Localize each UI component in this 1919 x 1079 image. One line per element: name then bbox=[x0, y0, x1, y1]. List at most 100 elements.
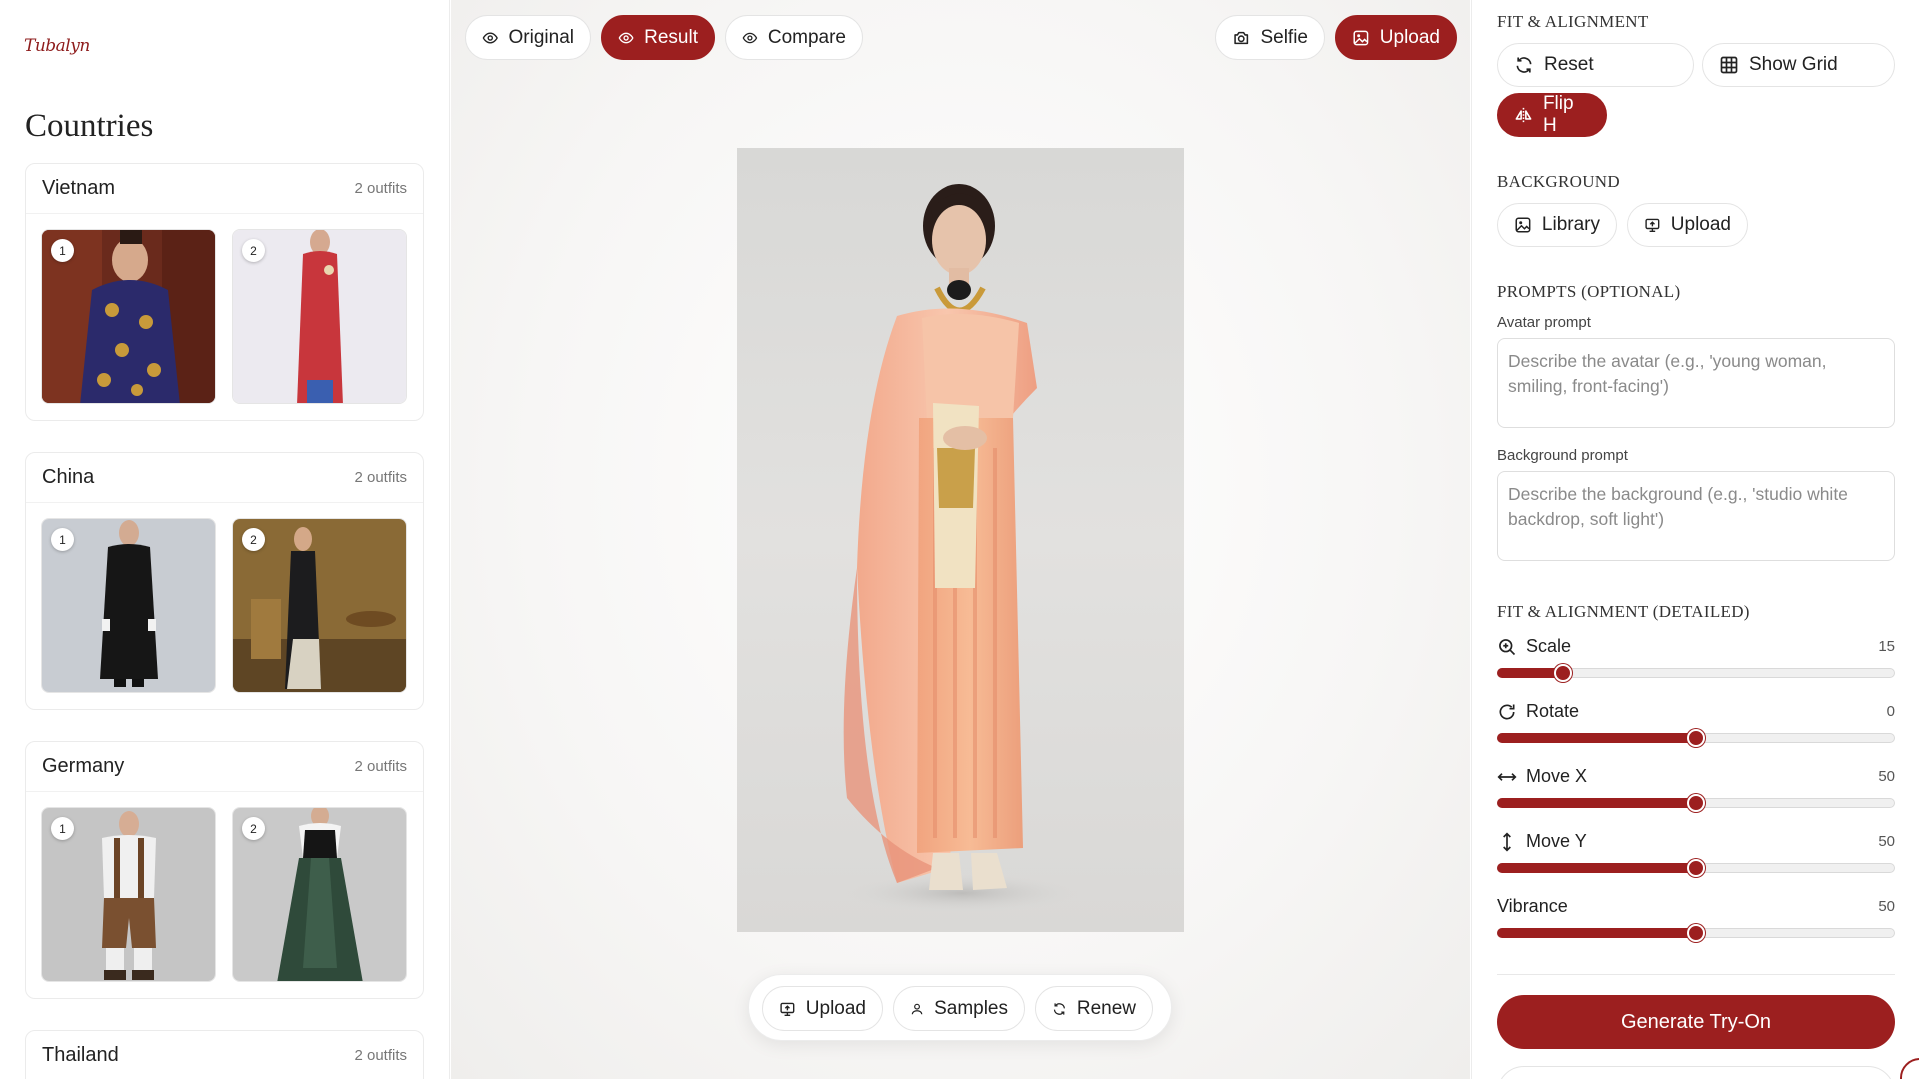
outfit-number-badge: 1 bbox=[51, 239, 74, 262]
avatar-prompt-label: Avatar prompt bbox=[1497, 314, 1591, 331]
scale-label: Scale bbox=[1526, 636, 1572, 656]
floating-action-badge[interactable] bbox=[1900, 1058, 1919, 1079]
sidebar-title: Countries bbox=[25, 108, 154, 144]
background-prompt-label: Background prompt bbox=[1497, 447, 1628, 464]
toolbar-upload-button[interactable]: Upload bbox=[762, 986, 883, 1031]
scale-slider-row: Scale 15 bbox=[1497, 636, 1895, 682]
preview-stage: Original Result Compare Selfie Upload Up… bbox=[451, 0, 1470, 1079]
move-y-slider[interactable] bbox=[1497, 859, 1895, 877]
bottom-toolbar: Upload Samples Renew bbox=[748, 974, 1172, 1041]
view-original-label: Original bbox=[508, 26, 574, 48]
outfit-thumbnail[interactable]: 1 bbox=[41, 229, 216, 404]
detailed-fit-title: FIT & ALIGNMENT (DETAILED) bbox=[1497, 602, 1750, 621]
brand-logo[interactable]: Tubalyn bbox=[24, 36, 90, 56]
generate-try-on-button[interactable]: Generate Try-On bbox=[1497, 995, 1895, 1049]
eye-icon bbox=[742, 32, 758, 43]
avatar-prompt-input[interactable] bbox=[1497, 338, 1895, 428]
background-upload-button[interactable]: Upload bbox=[1627, 203, 1748, 247]
outfit-number-badge: 2 bbox=[242, 817, 265, 840]
monitor-upload-icon bbox=[1645, 218, 1660, 232]
user-icon bbox=[911, 1003, 923, 1014]
slider-thumb[interactable] bbox=[1554, 664, 1573, 682]
selfie-label: Selfie bbox=[1260, 26, 1308, 48]
outfit-count: 2 outfits bbox=[354, 180, 407, 197]
flip-horizontal-label: Flip H bbox=[1542, 93, 1574, 136]
country-header[interactable]: Vietnam 2 outfits bbox=[26, 164, 423, 214]
upload-photo-button[interactable]: Upload bbox=[1335, 15, 1457, 60]
reset-button[interactable]: Reset bbox=[1497, 43, 1694, 87]
rotate-label: Rotate bbox=[1526, 701, 1580, 721]
show-grid-label: Show Grid bbox=[1749, 54, 1838, 75]
outfit-count: 2 outfits bbox=[354, 469, 407, 486]
selfie-button[interactable]: Selfie bbox=[1215, 15, 1325, 60]
background-library-button[interactable]: Library bbox=[1497, 203, 1617, 247]
slider-thumb[interactable] bbox=[1687, 924, 1705, 942]
secondary-action-button[interactable] bbox=[1497, 1066, 1895, 1079]
outfit-count: 2 outfits bbox=[354, 1047, 407, 1064]
country-card-vietnam: Vietnam 2 outfits 1 2 bbox=[25, 163, 424, 421]
flip-horizontal-button[interactable]: Flip H bbox=[1497, 93, 1607, 137]
move-x-value: 50 bbox=[1878, 768, 1895, 785]
zoom-in-icon bbox=[1499, 638, 1516, 655]
move-horizontal-icon bbox=[1497, 772, 1517, 781]
background-title: BACKGROUND bbox=[1497, 172, 1620, 191]
background-prompt-input[interactable] bbox=[1497, 471, 1895, 561]
refresh-icon bbox=[1053, 1002, 1065, 1015]
country-header[interactable]: Germany 2 outfits bbox=[26, 742, 423, 792]
divider bbox=[1497, 974, 1895, 975]
image-upload-icon bbox=[1353, 30, 1369, 45]
view-result-label: Result bbox=[644, 26, 698, 48]
outfit-thumbnail[interactable]: 2 bbox=[232, 807, 407, 982]
view-result-button[interactable]: Result bbox=[601, 15, 715, 60]
toolbar-samples-button[interactable]: Samples bbox=[893, 986, 1025, 1031]
camera-icon bbox=[1234, 31, 1249, 44]
move-vertical-icon bbox=[1503, 831, 1511, 852]
outfit-thumbnail[interactable]: 1 bbox=[41, 807, 216, 982]
move-x-label: Move X bbox=[1526, 766, 1588, 786]
country-header[interactable]: China 2 outfits bbox=[26, 453, 423, 503]
slider-thumb[interactable] bbox=[1687, 729, 1705, 747]
upload-photo-label: Upload bbox=[1379, 26, 1440, 48]
outfit-number-badge: 2 bbox=[242, 528, 265, 551]
view-compare-button[interactable]: Compare bbox=[725, 15, 863, 60]
country-name: Vietnam bbox=[42, 177, 116, 199]
show-grid-button[interactable]: Show Grid bbox=[1702, 43, 1895, 87]
move-y-slider-row: Move Y 50 bbox=[1497, 831, 1895, 877]
outfit-number-badge: 1 bbox=[51, 817, 74, 840]
view-original-button[interactable]: Original bbox=[465, 15, 591, 60]
rotate-icon bbox=[1499, 704, 1515, 719]
outfit-thumbnail[interactable]: 2 bbox=[232, 229, 407, 404]
rotate-slider[interactable] bbox=[1497, 729, 1895, 747]
toolbar-renew-button[interactable]: Renew bbox=[1035, 986, 1153, 1031]
prompts-title: PROMPTS (OPTIONAL) bbox=[1497, 282, 1681, 301]
fit-alignment-title: FIT & ALIGNMENT bbox=[1497, 12, 1649, 31]
outfit-number-badge: 2 bbox=[242, 239, 265, 262]
country-name: Thailand bbox=[42, 1044, 119, 1066]
country-name: Germany bbox=[42, 755, 125, 777]
country-card-thailand: Thailand 2 outfits bbox=[25, 1030, 424, 1079]
toolbar-samples-label: Samples bbox=[934, 997, 1008, 1019]
toolbar-upload-label: Upload bbox=[805, 997, 866, 1019]
country-card-germany: Germany 2 outfits 1 2 bbox=[25, 741, 424, 999]
vibrance-slider[interactable] bbox=[1497, 924, 1895, 942]
eye-icon bbox=[482, 31, 498, 44]
background-library-label: Library bbox=[1541, 214, 1600, 235]
try-on-result-figure bbox=[842, 184, 1082, 913]
move-x-slider[interactable] bbox=[1497, 794, 1895, 812]
scale-slider[interactable] bbox=[1497, 664, 1895, 682]
vibrance-label: Vibrance bbox=[1497, 896, 1568, 916]
slider-thumb[interactable] bbox=[1687, 859, 1705, 877]
grid-icon bbox=[1720, 56, 1738, 74]
slider-thumb[interactable] bbox=[1687, 794, 1705, 812]
country-header[interactable]: Thailand 2 outfits bbox=[26, 1031, 423, 1079]
controls-panel: FIT & ALIGNMENT Reset Show Grid Flip H B… bbox=[1471, 0, 1919, 1079]
outfit-thumbnail[interactable]: 2 bbox=[232, 518, 407, 693]
move-y-value: 50 bbox=[1878, 833, 1895, 850]
outfit-thumbnail[interactable]: 1 bbox=[41, 518, 216, 693]
eye-icon bbox=[618, 32, 634, 43]
result-image[interactable] bbox=[737, 148, 1184, 932]
monitor-upload-icon bbox=[780, 1002, 795, 1016]
vibrance-slider-row: Vibrance 50 bbox=[1497, 896, 1895, 942]
countries-sidebar: Tubalyn Countries Vietnam 2 outfits 1 2 … bbox=[0, 0, 450, 1079]
scale-value: 15 bbox=[1878, 638, 1895, 655]
